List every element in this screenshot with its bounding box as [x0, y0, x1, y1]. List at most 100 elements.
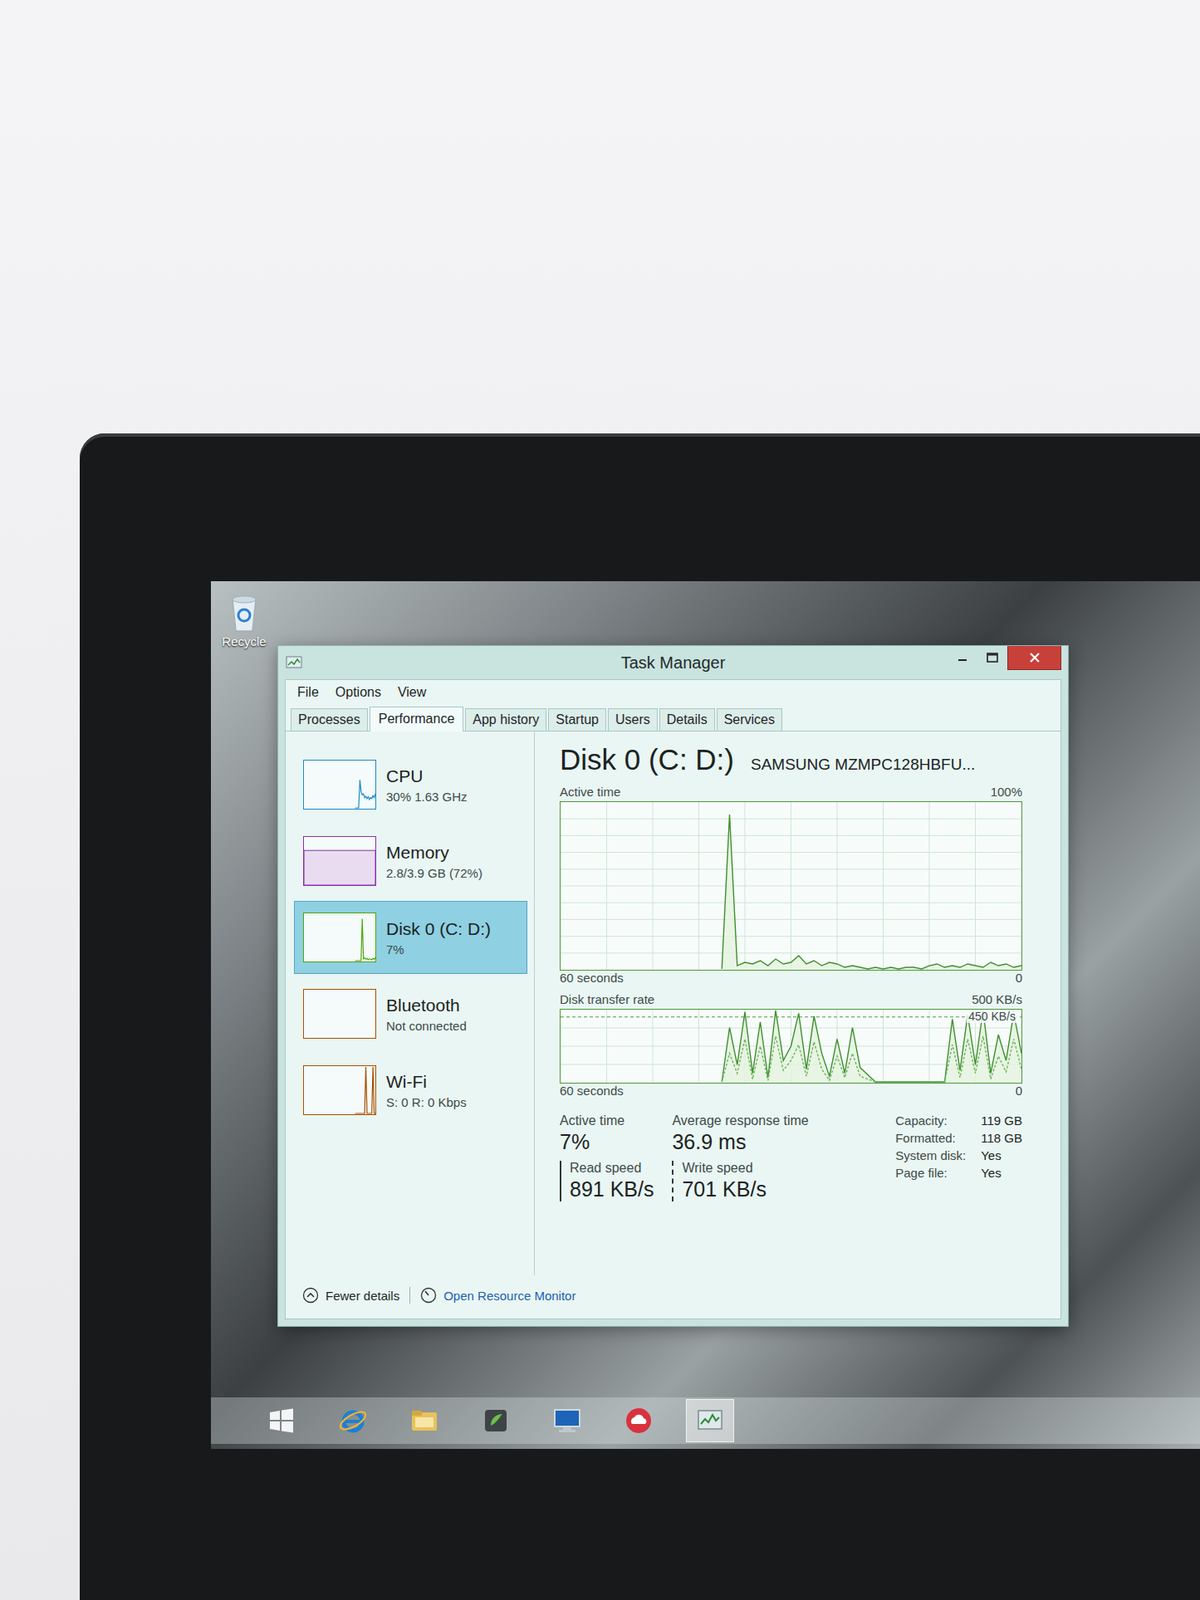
- title-bar[interactable]: Task Manager: [284, 646, 1062, 680]
- taskbar-item[interactable]: [257, 1399, 306, 1443]
- maximize-button[interactable]: [977, 646, 1008, 670]
- taskbar-item[interactable]: [614, 1399, 663, 1443]
- mini-chart-icon: [303, 1065, 377, 1116]
- sidebar-item[interactable]: Memory2.8/3.9 GB (72%): [293, 824, 528, 898]
- cloud-icon: [622, 1404, 656, 1438]
- chart-max: 100%: [990, 784, 1023, 802]
- taskbar-item[interactable]: [543, 1399, 592, 1443]
- menu-item[interactable]: View: [391, 683, 433, 704]
- chart-title: Active time: [559, 784, 621, 802]
- fewer-details-button[interactable]: Fewer details: [302, 1287, 400, 1304]
- chart-series: [721, 814, 1022, 970]
- sidebar-item[interactable]: CPU 30% 1.63 GHz: [293, 748, 528, 822]
- chart-series: [721, 1036, 1022, 1083]
- tab[interactable]: App history: [465, 708, 547, 731]
- chart: Active time 100% 60 seconds 0: [559, 784, 1023, 988]
- folder-icon: [407, 1404, 441, 1438]
- taskbar-item[interactable]: [328, 1399, 378, 1443]
- sidebar-item-detail: 30% 1.63 GHz: [386, 789, 468, 804]
- disk-model: SAMSUNG MZMPC128HBFU...: [750, 755, 975, 774]
- window-client: FileOptionsViewProcessesPerformanceApp h…: [284, 679, 1062, 1320]
- sidebar-item-detail: 7%: [386, 942, 491, 957]
- tab[interactable]: Startup: [548, 708, 607, 731]
- task-manager-window[interactable]: Task ManagerFileOptionsViewProcessesPerf…: [277, 645, 1069, 1328]
- close-button[interactable]: [1007, 646, 1062, 671]
- chart-min: 0: [1015, 1083, 1023, 1101]
- taskbar-item[interactable]: [400, 1399, 449, 1443]
- mini-chart-icon: [303, 989, 377, 1039]
- stat: Active time7%: [559, 1113, 654, 1155]
- chart-series: [721, 1010, 1022, 1083]
- property-value: 119 GB: [980, 1113, 1023, 1128]
- backdrop: [0, 0, 1200, 434]
- tab-bar: ProcessesPerformanceApp historyStartupUs…: [285, 706, 1061, 732]
- menu-item[interactable]: Options: [328, 683, 388, 704]
- close-icon: [1028, 651, 1041, 664]
- mini-chart-icon: [303, 912, 377, 963]
- property-value: 118 GB: [980, 1131, 1023, 1146]
- tab[interactable]: Processes: [290, 708, 368, 731]
- separator: [409, 1287, 411, 1304]
- property-label: Page file:: [895, 1165, 966, 1181]
- app-icon: [284, 654, 304, 672]
- resource-monitor-link[interactable]: Open Resource Monitor: [420, 1287, 576, 1304]
- menu-item[interactable]: File: [290, 683, 326, 704]
- chart-plot: [559, 801, 1023, 971]
- app-icon: [479, 1404, 513, 1438]
- page: RecycleTask ManagerFileOptionsViewProces…: [0, 0, 1200, 1600]
- menu-bar: FileOptionsView: [285, 680, 1061, 707]
- maximize-icon: [986, 652, 999, 663]
- sidebar-item[interactable]: Wi-Fi S: 0 R: 0 Kbps: [293, 1053, 528, 1127]
- sidebar-item[interactable]: Disk 0 (C: D:) 7%: [293, 901, 528, 975]
- mini-chart-icon: [303, 836, 377, 887]
- chart-title: Disk transfer rate: [559, 992, 655, 1009]
- speed-stat: Write speed701 KB/s: [671, 1160, 809, 1202]
- chart-plot: [559, 1008, 1023, 1084]
- chart-max: 500 KB/s: [971, 992, 1023, 1009]
- stats: Active time7% Average response time36.9 m…: [559, 1113, 1023, 1202]
- desktop-icon[interactable]: Recycle: [217, 592, 271, 649]
- property-value: Yes: [980, 1148, 1023, 1163]
- tab[interactable]: Users: [607, 708, 658, 731]
- taskbar-item[interactable]: [471, 1399, 520, 1443]
- tab[interactable]: Performance: [369, 706, 465, 732]
- minimize-button[interactable]: [947, 646, 978, 670]
- monitor-icon: [550, 1404, 584, 1438]
- property-label: Capacity:: [895, 1113, 966, 1128]
- stat: Average response time36.9 ms: [671, 1113, 809, 1155]
- taskbar: [210, 1397, 1200, 1445]
- internet-explorer-icon: [336, 1404, 370, 1438]
- sidebar-item-name: Disk 0 (C: D:): [386, 919, 491, 940]
- chart: Disk transfer rate500 KB/s450 KB/s60 sec…: [559, 992, 1023, 1101]
- chart-x-label: 60 seconds: [559, 970, 624, 988]
- tab[interactable]: Services: [716, 708, 783, 731]
- properties: Capacity:119 GBFormatted:118 GBSystem di…: [895, 1113, 1023, 1202]
- chevron-up-icon: [302, 1287, 319, 1304]
- sidebar-item-name: Wi-Fi: [386, 1072, 467, 1093]
- footer: Fewer details Open Resource Monitor: [285, 1275, 1061, 1319]
- sidebar: CPU30% 1.63 GHzMemory2.8/3.9 GB (72%)Dis…: [285, 731, 535, 1276]
- chart-min: 0: [1015, 970, 1023, 988]
- sidebar-item-detail: 2.8/3.9 GB (72%): [386, 866, 483, 881]
- desktop-icon-label: Recycle: [221, 634, 266, 649]
- sidebar-item-name: Bluetooth: [386, 995, 467, 1016]
- sidebar-item-detail: Not connected: [386, 1018, 467, 1034]
- sidebar-item-detail: S: 0 R: 0 Kbps: [386, 1095, 467, 1110]
- window-title: Task Manager: [284, 653, 1062, 673]
- sidebar-item[interactable]: Bluetooth Not connected: [293, 977, 528, 1051]
- sidebar-item-name: CPU: [386, 766, 468, 787]
- property-label: Formatted:: [895, 1131, 966, 1146]
- tab[interactable]: Details: [659, 708, 716, 731]
- speed-stat: Read speed891 KB/s: [559, 1160, 654, 1202]
- desktop: RecycleTask ManagerFileOptionsViewProces…: [210, 581, 1200, 1450]
- mini-chart-icon: [303, 759, 377, 810]
- task-manager-icon: [693, 1404, 727, 1438]
- gauge-icon: [420, 1287, 437, 1304]
- laptop-bezel: RecycleTask ManagerFileOptionsViewProces…: [79, 433, 1200, 1600]
- detail-panel: Disk 0 (C: D:)SAMSUNG MZMPC128HBFU...Act…: [534, 731, 1061, 1276]
- minimize-icon: [957, 652, 968, 663]
- property-value: Yes: [980, 1165, 1023, 1181]
- taskbar-item[interactable]: [685, 1399, 735, 1443]
- windows-logo-icon: [264, 1404, 299, 1438]
- chart-marker-label: 450 KB/s: [966, 1009, 1018, 1024]
